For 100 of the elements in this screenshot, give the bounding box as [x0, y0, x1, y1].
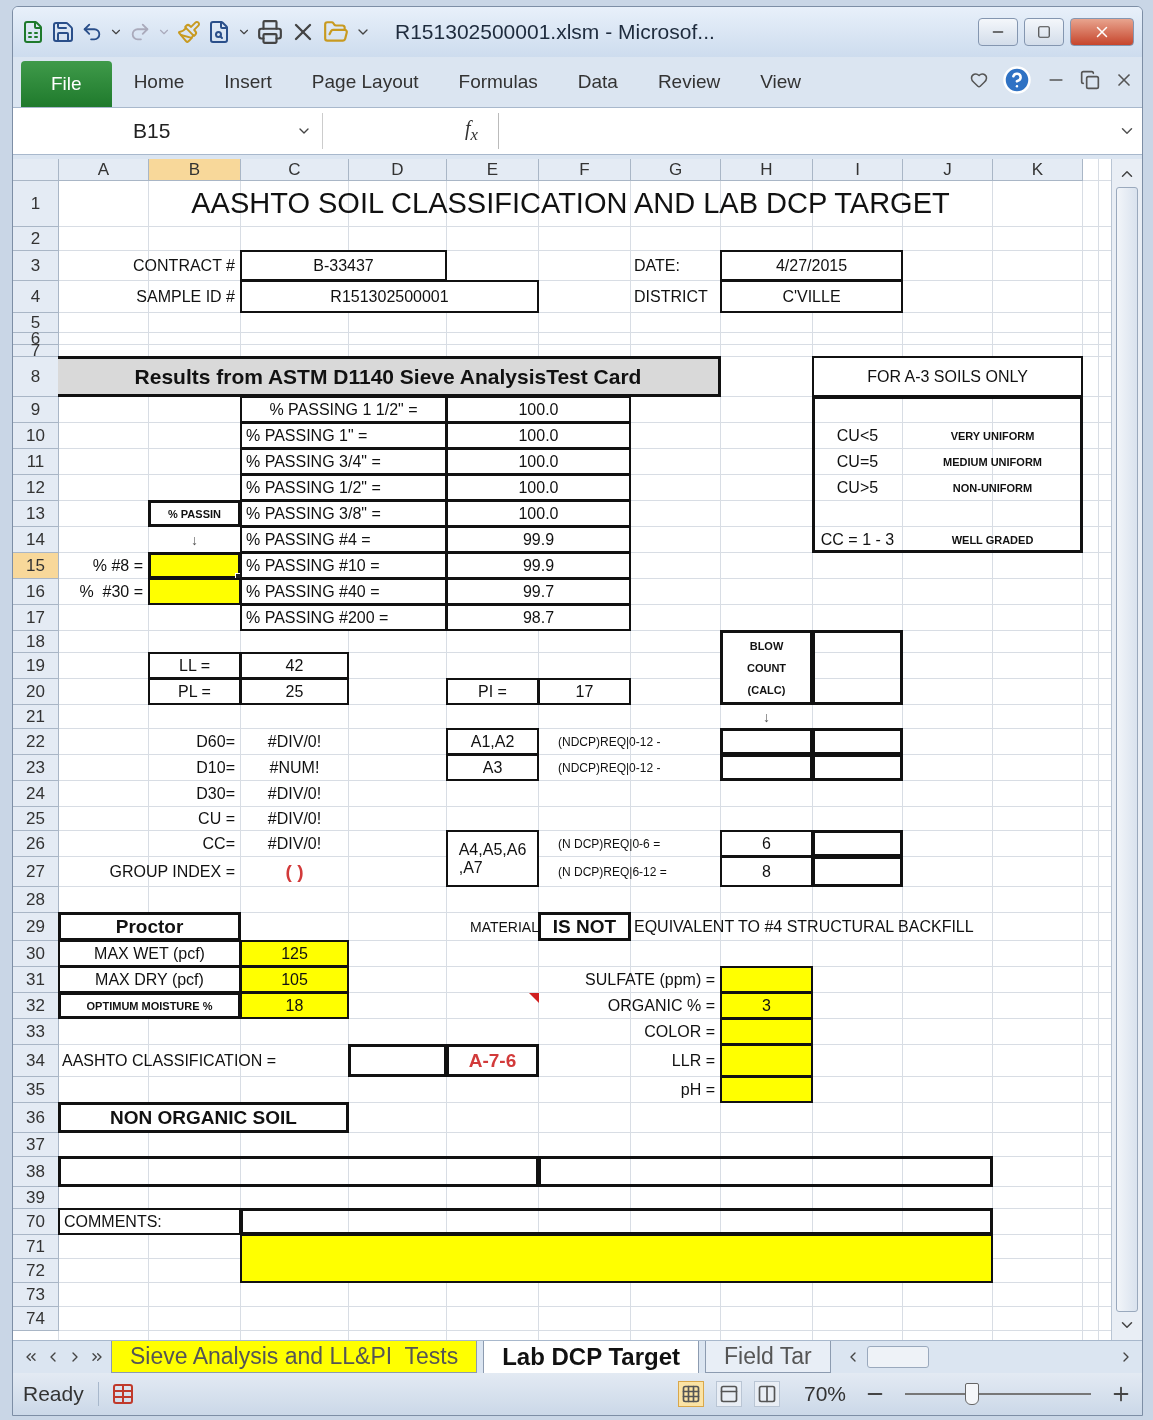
row-header[interactable]: 12 — [13, 475, 59, 501]
row-header[interactable]: 26 — [13, 831, 59, 857]
save-icon[interactable] — [51, 20, 75, 44]
row-header[interactable]: 39 — [13, 1187, 59, 1209]
sheet-tab[interactable]: Sieve Analysis and LL&PI Tests — [111, 1341, 478, 1373]
ribbon-tab[interactable]: Formulas — [440, 59, 556, 105]
input-cell[interactable]: 18 — [240, 992, 349, 1019]
row-header[interactable]: 25 — [13, 807, 59, 831]
column-header[interactable]: I — [813, 159, 903, 181]
minimize-button[interactable] — [978, 18, 1018, 46]
ribbon-tab[interactable]: Page Layout — [293, 59, 437, 105]
column-header[interactable]: C — [241, 159, 349, 181]
ribbon-tab[interactable]: Insert — [206, 59, 290, 105]
insert-function-button[interactable]: f$_{x}$ — [459, 116, 484, 146]
restore-button[interactable] — [1024, 18, 1064, 46]
column-header[interactable]: G — [631, 159, 721, 181]
row-header[interactable]: 37 — [13, 1133, 59, 1157]
row-header[interactable]: 33 — [13, 1019, 59, 1045]
zoom-slider-thumb[interactable] — [964, 1383, 979, 1405]
close-button[interactable] — [1070, 18, 1134, 46]
row-header[interactable]: 23 — [13, 755, 59, 781]
row-header[interactable]: 22 — [13, 729, 59, 755]
table-icon[interactable] — [110, 1382, 135, 1406]
row-header[interactable]: 70 — [13, 1209, 59, 1235]
input-cell[interactable] — [148, 552, 241, 579]
row-header[interactable]: 24 — [13, 781, 59, 807]
sheet-tab[interactable]: Field Tar — [704, 1341, 831, 1373]
row-header[interactable]: 36 — [13, 1103, 59, 1133]
column-header[interactable]: A — [59, 159, 149, 181]
row-header[interactable]: 28 — [13, 887, 59, 913]
row-header[interactable]: 3 — [13, 251, 59, 281]
column-header[interactable]: H — [721, 159, 813, 181]
row-header[interactable]: 16 — [13, 579, 59, 605]
column-header[interactable]: D — [349, 159, 447, 181]
row-header[interactable]: 20 — [13, 679, 59, 705]
zoom-level-text[interactable]: 70% — [803, 1382, 846, 1406]
input-cell[interactable] — [720, 966, 813, 993]
input-cell[interactable] — [720, 1076, 813, 1103]
maximize-icon[interactable] — [1037, 25, 1051, 39]
row-header[interactable]: 8 — [13, 357, 59, 397]
row-header[interactable]: 74 — [13, 1307, 59, 1331]
scrollbar-thumb[interactable] — [1116, 187, 1138, 1312]
ribbon-tab[interactable]: Home — [115, 59, 203, 105]
row-header[interactable]: 7 — [13, 345, 59, 357]
row-header[interactable]: 34 — [13, 1045, 59, 1077]
column-header[interactable]: J — [903, 159, 993, 181]
ribbon-tab[interactable]: Review — [639, 59, 739, 105]
input-cell[interactable] — [720, 1044, 813, 1077]
printer-icon[interactable] — [257, 19, 283, 45]
help-icon[interactable] — [1002, 65, 1032, 95]
restore-icon[interactable] — [1080, 70, 1100, 90]
input-cell[interactable] — [148, 578, 241, 605]
row-header[interactable]: 14 — [13, 527, 59, 553]
scrollbar-thumb[interactable] — [866, 1346, 929, 1368]
row-header[interactable]: 30 — [13, 941, 59, 967]
row-header[interactable]: 35 — [13, 1077, 59, 1103]
cell-text: #DIV/0! — [266, 783, 323, 804]
column-header[interactable]: B — [149, 159, 241, 181]
row-header[interactable]: 4 — [13, 281, 59, 313]
row-header[interactable]: 73 — [13, 1283, 59, 1307]
input-cell[interactable] — [720, 1018, 813, 1045]
file-tab[interactable]: File — [21, 61, 112, 107]
input-cell[interactable]: 3 — [720, 992, 813, 1019]
row-header[interactable]: 5 — [13, 313, 59, 333]
comment-marker-icon[interactable] — [529, 993, 539, 1003]
row-header[interactable]: 13 — [13, 501, 59, 527]
row-header[interactable]: 19 — [13, 653, 59, 679]
row-header[interactable]: 32 — [13, 993, 59, 1019]
undo-icon[interactable] — [81, 21, 103, 43]
column-header[interactable]: K — [993, 159, 1083, 181]
column-header[interactable]: F — [539, 159, 631, 181]
row-header[interactable]: 9 — [13, 397, 59, 423]
ribbon-tab[interactable]: Data — [559, 59, 636, 105]
row-header[interactable]: 1 — [13, 181, 59, 227]
name-box[interactable]: B15 — [13, 113, 323, 149]
row-header[interactable]: 6 — [13, 333, 59, 345]
input-cell[interactable]: 125 — [240, 940, 349, 967]
row-header[interactable]: 29 — [13, 913, 59, 941]
row-header[interactable]: 72 — [13, 1259, 59, 1283]
row-header[interactable]: 38 — [13, 1157, 59, 1187]
column-header[interactable]: E — [447, 159, 539, 181]
input-cell[interactable]: 105 — [240, 966, 349, 993]
row-header[interactable]: 17 — [13, 605, 59, 631]
ribbon-tab[interactable]: View — [742, 59, 820, 105]
spreadsheet-logo-icon[interactable] — [21, 20, 45, 44]
print-preview-icon[interactable] — [207, 20, 231, 44]
row-header[interactable]: 21 — [13, 705, 59, 729]
row-header[interactable]: 15 — [13, 553, 59, 579]
row-header[interactable]: 11 — [13, 449, 59, 475]
row-header[interactable]: 71 — [13, 1235, 59, 1259]
row-header[interactable]: 27 — [13, 857, 59, 887]
row-header[interactable]: 10 — [13, 423, 59, 449]
sheet-tab[interactable]: Lab DCP Target — [483, 1340, 699, 1374]
row-header[interactable]: 2 — [13, 227, 59, 251]
cell-text: WELL GRADED — [950, 532, 1035, 548]
row-header[interactable]: 18 — [13, 631, 59, 653]
row-header[interactable]: 31 — [13, 967, 59, 993]
heart-icon[interactable] — [970, 71, 988, 89]
table-cell: % PASSING #4 = — [240, 526, 447, 553]
input-cell[interactable] — [240, 1234, 993, 1283]
